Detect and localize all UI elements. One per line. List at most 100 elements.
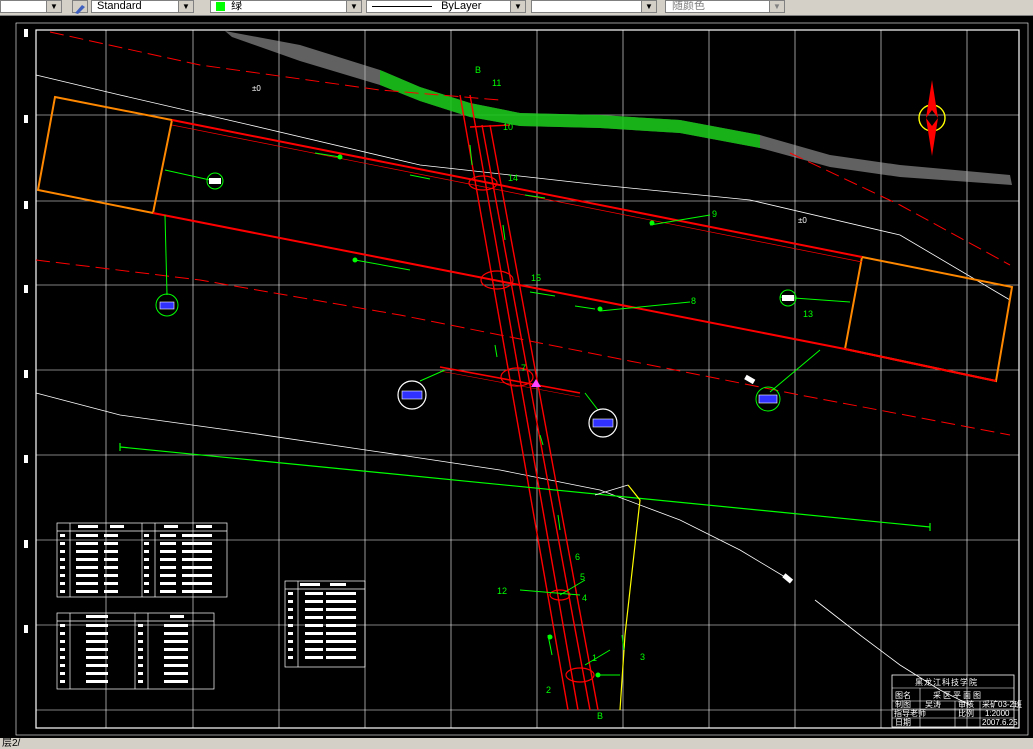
legend-cell-text [86, 615, 108, 618]
legend-cell-text [104, 558, 118, 561]
point-label: 14 [508, 173, 518, 183]
legend-cell-text [86, 656, 108, 659]
legend-cell-text [326, 592, 356, 595]
scale-label: 比例 [958, 708, 974, 718]
point-label: 3 [640, 652, 645, 662]
chevron-down-icon[interactable]: ▼ [46, 1, 61, 12]
legend-cell-text [86, 672, 108, 675]
legend-cell-text [288, 632, 293, 635]
legend-cell-text [160, 582, 176, 585]
cad-model-space[interactable]: ±0 ±0 B 11 10 14 9 15 8 13 7 6 5 4 12 1 … [0, 15, 1033, 738]
legend-cell-text [288, 624, 293, 627]
legend-cell-text [326, 600, 356, 603]
legend-cell-text [182, 582, 212, 585]
legend-cell-text [305, 656, 323, 659]
legend-cell-text [76, 574, 98, 577]
tick-mark [24, 455, 28, 463]
river-hatch [225, 31, 1012, 185]
legend-cell-text [144, 574, 149, 577]
legend-cell-text [104, 534, 118, 537]
legend-cell-text [160, 566, 176, 569]
inclined-shaft-wall [489, 124, 599, 711]
legend-cell-text [288, 608, 293, 611]
tick-mark [24, 285, 28, 293]
legend-cell-text [160, 542, 176, 545]
equipment-symbol [588, 408, 618, 438]
point-label: 10 [503, 122, 513, 132]
linetype-select[interactable]: ByLayer ▼ [366, 0, 526, 13]
reviewer-label: 指导老师 [894, 708, 926, 718]
legend-cell-text [144, 582, 149, 585]
legend-cell-text [86, 648, 108, 651]
chevron-down-icon[interactable]: ▼ [510, 1, 525, 12]
legend-cell-text [60, 525, 356, 683]
drawn-by: 吴涛 [925, 699, 941, 709]
equipment-symbol [779, 289, 797, 307]
legend-cell-text [104, 574, 118, 577]
legend-cell-text [138, 664, 143, 667]
legend-cell-text [60, 680, 65, 683]
tick-mark [24, 370, 28, 378]
point-label: B [475, 65, 481, 75]
legend-cell-text [144, 558, 149, 561]
pen-icon [75, 5, 85, 14]
tick-mark [24, 625, 28, 633]
chevron-down-icon[interactable]: ▼ [178, 1, 193, 12]
color-value: 绿 [231, 0, 243, 12]
legend-cell-text [60, 664, 65, 667]
north-arrow-icon [918, 80, 946, 156]
elevation-label: ±0 [798, 216, 807, 225]
lineweight-select[interactable]: ▼ [531, 0, 657, 13]
junction [565, 667, 595, 683]
legend-cell-text [104, 566, 118, 569]
legend-cell-text [160, 534, 176, 537]
legend-cell-text [76, 566, 98, 569]
legend-cell-text [138, 680, 143, 683]
survey-line [119, 446, 931, 528]
point-label: 6 [575, 552, 580, 562]
point-label: 11 [492, 78, 501, 88]
legend-cell-text [86, 640, 108, 643]
legend-cell-text [60, 582, 65, 585]
text-style-icon[interactable] [72, 0, 88, 14]
chevron-down-icon[interactable]: ▼ [641, 1, 656, 12]
legend-cell-text [170, 615, 184, 618]
color-select[interactable]: 绿 ▼ [210, 0, 362, 13]
legend-cell-text [60, 574, 65, 577]
plotstyle-select[interactable]: 随颜色 ▼ [665, 0, 785, 13]
legend-cell-text [160, 574, 176, 577]
point-label: 8 [691, 296, 696, 306]
layer-select[interactable]: ▼ [0, 0, 62, 13]
legend-cell-text [326, 632, 356, 635]
text-style-select[interactable]: Standard ▼ [91, 0, 194, 13]
mining-panel-right [843, 255, 1014, 383]
legend-cell-text [160, 558, 176, 561]
legend-cell-text [160, 590, 176, 593]
command-line[interactable]: 层2/ [0, 738, 1033, 749]
legend-cell-text [305, 608, 323, 611]
legend-cell-text [305, 616, 323, 619]
chevron-down-icon[interactable]: ▼ [346, 1, 361, 12]
scale-value: 1:2000 [985, 709, 1010, 718]
checked-label: 审核 [958, 699, 974, 709]
legend-cell-text [182, 534, 212, 537]
chevron-down-icon[interactable]: ▼ [769, 1, 784, 12]
legend-cell-text [305, 600, 323, 603]
contour-marker [782, 573, 794, 584]
date-label: 日期 [895, 718, 911, 727]
legend-cell-text [164, 525, 178, 528]
legend-cell-text [326, 640, 356, 643]
legend-cell-text [104, 542, 118, 545]
point-label: 13 [803, 309, 813, 319]
point-label: 7 [521, 363, 526, 373]
legend-cell-text [326, 624, 356, 627]
color-swatch [216, 2, 225, 11]
point-label: B [597, 711, 603, 721]
green-belt-hatch [380, 70, 760, 148]
legend-cell-text [164, 672, 188, 675]
coordinate-grid [36, 30, 1019, 728]
plotstyle-value: 随颜色 [672, 0, 705, 12]
legend-cell-text [164, 656, 188, 659]
legend-cell-text [76, 582, 98, 585]
legend-cell-text [138, 640, 143, 643]
